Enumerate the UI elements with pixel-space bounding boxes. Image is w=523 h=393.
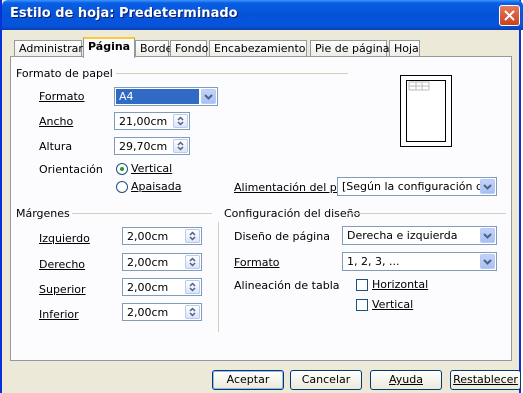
- help-button[interactable]: Ayuda: [370, 370, 442, 390]
- reset-button[interactable]: Restablecer: [450, 370, 521, 390]
- top-margin-label: Superior: [39, 283, 86, 296]
- numbering-format-select[interactable]: 1, 2, 3, ...: [342, 252, 497, 271]
- left-margin-label: Izquierdo: [39, 232, 90, 245]
- reset-button-label: Restablecer: [453, 373, 518, 386]
- width-label: Ancho: [39, 115, 74, 128]
- numbering-format-value: 1, 2, 3, ...: [347, 255, 400, 268]
- spin-arrows-icon[interactable]: [185, 229, 200, 243]
- landscape-radio[interactable]: [116, 181, 128, 193]
- header-grid-icon: [408, 81, 430, 91]
- page-preview-margins: [406, 80, 446, 142]
- spin-arrows-icon[interactable]: [185, 305, 200, 319]
- layout-group-label: Configuración del diseño: [224, 207, 361, 220]
- top-margin-spinbox[interactable]: 2,00cm: [122, 278, 202, 296]
- ok-button[interactable]: Aceptar: [212, 370, 284, 390]
- group-divider: [116, 73, 348, 74]
- height-label: Altura: [39, 140, 73, 153]
- bottom-margin-spinbox[interactable]: 2,00cm: [122, 303, 202, 321]
- help-button-label: Ayuda: [389, 373, 423, 386]
- page-preview: [400, 75, 452, 147]
- group-divider: [346, 213, 506, 214]
- paper-tray-select[interactable]: [Según la configuración de la: [337, 177, 497, 196]
- width-spinbox[interactable]: 21,00cm: [114, 112, 190, 130]
- bottom-margin-value: 2,00cm: [127, 306, 169, 319]
- spin-arrows-icon[interactable]: [173, 114, 188, 128]
- left-margin-spinbox[interactable]: 2,00cm: [122, 227, 202, 245]
- width-value: 21,00cm: [119, 115, 168, 128]
- right-margin-spinbox[interactable]: 2,00cm: [122, 253, 202, 271]
- page-layout-value: Derecha e izquierda: [347, 229, 458, 242]
- height-value: 29,70cm: [119, 140, 168, 153]
- chevron-down-icon[interactable]: [480, 254, 495, 269]
- portrait-radio[interactable]: [116, 163, 128, 175]
- margins-group-label: Márgenes: [16, 207, 70, 220]
- spin-arrows-icon[interactable]: [185, 280, 200, 294]
- chevron-down-icon[interactable]: [480, 228, 495, 243]
- vertical-checkbox[interactable]: [356, 299, 368, 311]
- table-alignment-label: Alineación de tabla: [234, 279, 340, 292]
- numbering-format-label: Formato: [234, 256, 280, 269]
- format-label: Formato: [39, 90, 85, 103]
- cancel-button-label: Cancelar: [301, 373, 351, 386]
- spin-arrows-icon[interactable]: [185, 255, 200, 269]
- bottom-margin-label: Inferior: [39, 308, 79, 321]
- group-separator: [218, 222, 219, 332]
- horizontal-label[interactable]: Horizontal: [372, 278, 428, 291]
- format-select[interactable]: A4: [114, 87, 218, 106]
- left-margin-value: 2,00cm: [127, 230, 169, 243]
- spin-arrows-icon[interactable]: [173, 139, 188, 153]
- paper-format-group-label: Formato de papel: [16, 67, 113, 80]
- right-margin-value: 2,00cm: [127, 256, 169, 269]
- vertical-label[interactable]: Vertical: [372, 298, 413, 311]
- horizontal-checkbox[interactable]: [356, 279, 368, 291]
- portrait-label[interactable]: Vertical: [131, 162, 172, 175]
- paper-tray-label: Alimentación del pap: [234, 181, 351, 194]
- landscape-label[interactable]: Apaisada: [131, 180, 182, 193]
- right-margin-label: Derecho: [39, 258, 86, 271]
- ok-button-label: Aceptar: [226, 373, 270, 386]
- format-select-value: A4: [119, 90, 134, 103]
- height-spinbox[interactable]: 29,70cm: [114, 137, 190, 155]
- group-divider: [72, 213, 212, 214]
- page-layout-select[interactable]: Derecha e izquierda: [342, 226, 497, 245]
- orientation-label: Orientación: [39, 163, 103, 176]
- chevron-down-icon[interactable]: [480, 179, 495, 194]
- chevron-down-icon[interactable]: [201, 89, 216, 104]
- cancel-button[interactable]: Cancelar: [290, 370, 362, 390]
- top-margin-value: 2,00cm: [127, 281, 169, 294]
- paper-tray-value: [Según la configuración de la: [342, 180, 480, 193]
- page-layout-label: Diseño de página: [234, 230, 330, 243]
